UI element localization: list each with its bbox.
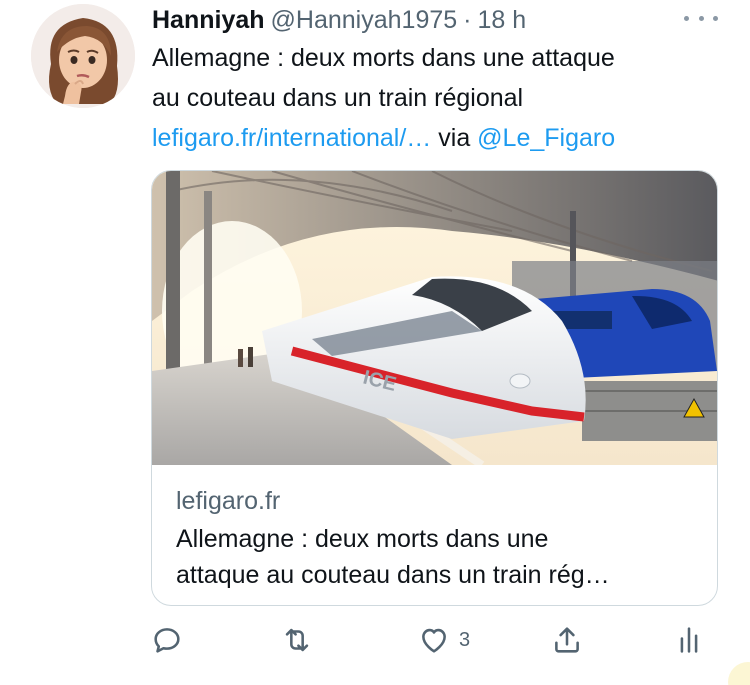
tweet-text-line: Allemagne : deux morts dans une attaque: [152, 44, 615, 72]
more-dot: [713, 15, 718, 21]
article-link[interactable]: lefigaro.fr/international/…: [152, 124, 431, 152]
user-handle[interactable]: @Hanniyah1975: [271, 6, 458, 35]
more-options-icon[interactable]: [684, 8, 718, 28]
retweet-button[interactable]: [280, 618, 314, 662]
more-dot: [684, 15, 689, 21]
corner-highlight: [728, 662, 750, 685]
analytics-button[interactable]: [672, 618, 706, 662]
display-name[interactable]: Hanniyah: [152, 6, 265, 35]
tweet-text: Allemagne : deux morts dans une attaque …: [152, 38, 722, 158]
retweet-icon: [285, 628, 309, 652]
analytics-icon: [680, 627, 698, 653]
link-preview-card[interactable]: ICE lefigaro.fr Allemagne : deux morts d…: [151, 170, 718, 606]
like-count: 3: [459, 628, 471, 651]
share-icon: [555, 627, 579, 653]
card-domain: lefigaro.fr: [176, 487, 281, 515]
share-button[interactable]: [550, 618, 584, 662]
reply-icon: [154, 628, 180, 653]
tweet-header: Hanniyah @Hanniyah1975 · 18 h: [152, 4, 526, 36]
card-title: Allemagne : deux morts dans une attaque …: [176, 521, 701, 593]
tweet-text-line: au couteau dans un train régional: [152, 84, 524, 112]
memoji-avatar-image: [31, 4, 135, 108]
mention-link[interactable]: @Le_Figaro: [477, 124, 615, 152]
tweet-link-line: lefigaro.fr/international/… via @Le_Figa…: [152, 118, 722, 158]
like-button[interactable]: 3: [417, 618, 470, 662]
card-title-line: Allemagne : deux morts dans une: [176, 525, 549, 553]
via-text: via: [431, 124, 478, 152]
tweet-actions-bar: 3: [150, 618, 710, 662]
heart-icon: [422, 628, 446, 653]
timestamp[interactable]: 18 h: [477, 6, 526, 35]
train-station-photo: ICE: [152, 171, 717, 469]
card-title-line: attaque au couteau dans un train rég…: [176, 561, 610, 589]
card-image[interactable]: ICE: [152, 171, 717, 469]
avatar[interactable]: [31, 4, 135, 108]
reply-button[interactable]: [150, 618, 184, 662]
more-dot: [698, 15, 704, 21]
separator-dot: ·: [463, 5, 472, 34]
